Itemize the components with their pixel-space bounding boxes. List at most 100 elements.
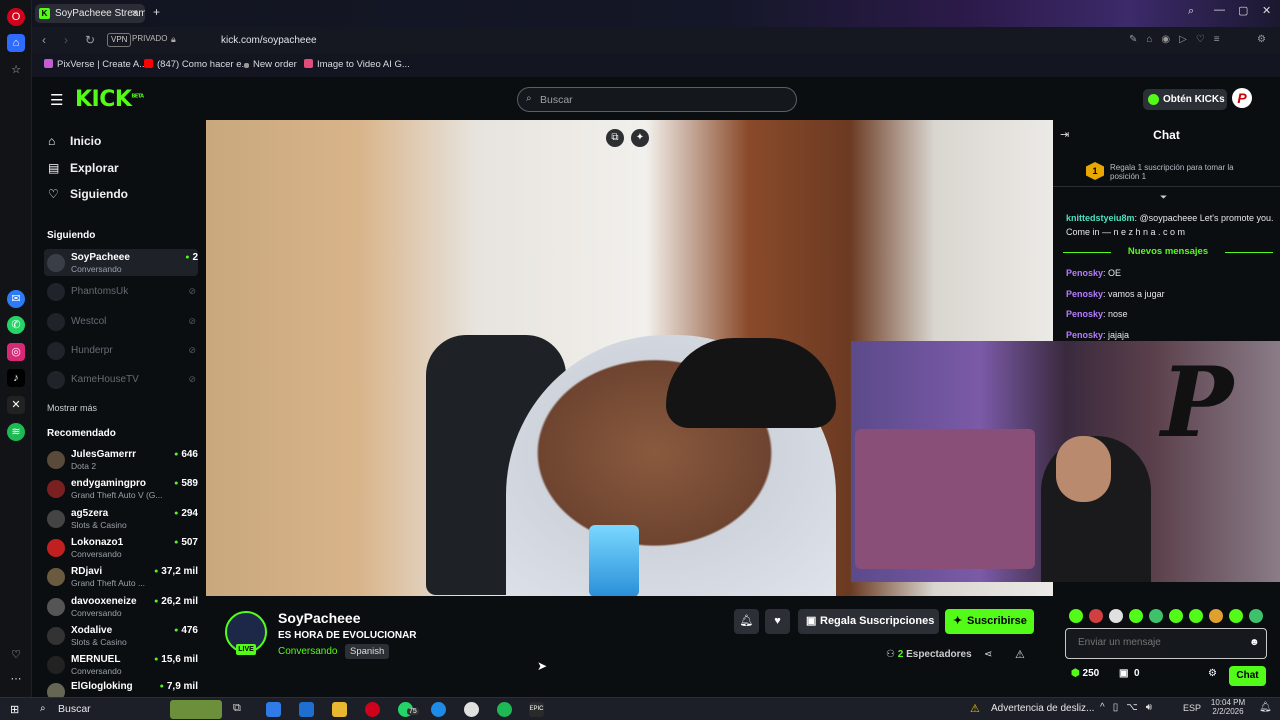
reload-icon[interactable]: ↻ [85, 33, 95, 47]
gifts-balance[interactable]: ▣ 0 [1119, 668, 1140, 679]
tiktok-icon[interactable]: ♪ [7, 369, 25, 387]
explorer-icon[interactable] [332, 702, 347, 717]
bookmark-image-to-video[interactable]: Image to Video AI G... [304, 59, 410, 70]
bookmark-youtube[interactable]: (847) Como hacer e... [144, 59, 249, 70]
opera-logo-icon[interactable]: O [7, 8, 25, 26]
search-input[interactable]: ⌕ Buscar [517, 87, 797, 112]
x-icon[interactable]: ✕ [7, 396, 25, 414]
url-text[interactable]: kick.com/soypacheee [221, 35, 317, 46]
kick-logo[interactable]: KICKBETA [75, 87, 144, 112]
menu-icon[interactable]: ☰ [50, 91, 63, 109]
maximize-icon[interactable]: ▢ [1238, 4, 1248, 17]
notification-bell-icon[interactable]: 🔔︎ [734, 609, 759, 634]
spotify-icon[interactable]: ≋ [7, 423, 25, 441]
messenger-icon[interactable]: ✉ [7, 290, 25, 308]
close-tab-icon[interactable]: ✕ [131, 8, 139, 19]
chat-username[interactable]: Penosky [1066, 289, 1103, 299]
minimize-icon[interactable]: — [1214, 4, 1225, 16]
chat-username[interactable]: Penosky [1066, 330, 1103, 340]
sidebar-channel-rdjavi[interactable]: RDjaviGrand Theft Auto ... 37,2 mil [44, 563, 198, 590]
gift-rank-icon[interactable]: 1 [1086, 162, 1104, 180]
sidebar-channel-hunderpr[interactable]: Hunderpr ⊘ [44, 337, 198, 364]
notification-text[interactable]: Advertencia de desliz... [991, 703, 1094, 714]
chat-input[interactable]: ☻ [1065, 628, 1267, 659]
sidebar-channel-mernuel[interactable]: MERNUELConversando 15,6 mil [44, 651, 198, 678]
channel-name[interactable]: SoyPacheee [278, 610, 361, 626]
store-icon[interactable] [266, 702, 281, 717]
whatsapp-icon[interactable]: ✆ [7, 316, 25, 334]
emote-icon[interactable] [1129, 609, 1143, 623]
bookmark-pixverse[interactable]: PixVerse | Create A... [44, 59, 147, 70]
emote-icon[interactable] [1189, 609, 1203, 623]
back-icon[interactable]: ‹ [42, 33, 46, 47]
nav-explorar[interactable]: ▤ Explorar [48, 161, 119, 175]
more-icon[interactable]: ⋯ [7, 670, 25, 688]
pin-icon[interactable]: ⏷ [1160, 192, 1167, 203]
emote-icon[interactable] [1229, 609, 1243, 623]
emote-icon[interactable] [1069, 609, 1083, 623]
follow-heart-icon[interactable]: ♥ [765, 609, 790, 634]
gift-subs-button[interactable]: ▣ Regala Suscripciones [798, 609, 939, 634]
sidebar-channel-phantomsuk[interactable]: PhantomsUk ⊘ [44, 278, 198, 305]
emote-icon[interactable] [1089, 609, 1103, 623]
sidebar-channel-kamehousetv[interactable]: KameHouseTV ⊘ [44, 366, 198, 393]
emote-icon[interactable] [1209, 609, 1223, 623]
tray-icons[interactable]: ^▯⌥🔊︎ [1100, 702, 1160, 713]
kicks-balance[interactable]: ⬢ 250 [1071, 668, 1099, 679]
edge-icon[interactable] [431, 702, 446, 717]
sidebar-channel-westcol[interactable]: Westcol ⊘ [44, 308, 198, 335]
get-kicks-button[interactable]: Obtén KICKs [1143, 89, 1227, 110]
windows-start-icon[interactable]: ⊞ [10, 703, 19, 716]
star-icon[interactable]: ☆ [7, 61, 25, 79]
sidebar-channel-soypacheee[interactable]: SoyPacheee Conversando 2 [44, 249, 198, 276]
sidebar-channel-lokonazo1[interactable]: Lokonazo1Conversando 507 [44, 534, 198, 561]
address-actions-icon[interactable]: ✎⌂◉▷♡≡ [1129, 34, 1229, 45]
clock[interactable]: 10:04 PM 2/2/2026 [1208, 698, 1248, 716]
browser-tab[interactable]: K SoyPacheee Stream - [35, 4, 145, 23]
emote-icon[interactable] [1149, 609, 1163, 623]
sidebar-channel-ag5zera[interactable]: ag5zeraSlots & Casino 294 [44, 505, 198, 532]
nav-siguiendo[interactable]: ♡ Siguiendo [48, 187, 128, 201]
epic-games-icon[interactable]: EPIC [529, 702, 544, 717]
task-view-icon[interactable]: ⧉ [233, 702, 248, 717]
new-tab-button[interactable]: + [153, 5, 160, 19]
emote-icon[interactable] [1169, 609, 1183, 623]
report-icon[interactable]: ⚠ [1015, 648, 1025, 661]
home-icon[interactable]: ⌂ [7, 34, 25, 52]
settings-icon[interactable]: ⚙ [1257, 34, 1266, 45]
emote-icon[interactable] [1249, 609, 1263, 623]
forward-icon[interactable]: › [64, 33, 68, 47]
app-icon[interactable] [464, 702, 479, 717]
opera-taskbar-icon[interactable] [365, 702, 380, 717]
sidebar-channel-davooxeneize[interactable]: davooxeneizeConversando 26,2 mil [44, 593, 198, 620]
user-avatar[interactable]: P [1232, 88, 1252, 108]
spotify-taskbar-icon[interactable] [497, 702, 512, 717]
taskbar-search-icon[interactable]: ⌕ [40, 703, 46, 714]
emoji-icon[interactable]: ☻ [1249, 637, 1260, 648]
show-more-link[interactable]: Mostrar más [47, 403, 97, 413]
chat-username[interactable]: Penosky [1066, 268, 1103, 278]
nav-inicio[interactable]: ⌂ Inicio [48, 134, 101, 148]
send-chat-button[interactable]: Chat [1229, 666, 1266, 686]
gift-prompt[interactable]: Regala 1 suscripción para tomar la posic… [1110, 163, 1245, 181]
heart-icon[interactable]: ♡ [7, 646, 25, 664]
vpn-badge[interactable]: VPN [107, 33, 132, 47]
outlook-icon[interactable] [299, 702, 314, 717]
clip-icon[interactable]: ⧉ [606, 129, 624, 147]
search-tabs-icon[interactable]: ⌕ [1188, 5, 1194, 18]
share-icon[interactable]: ⋖ [984, 649, 992, 660]
sidebar-channel-endygamingpro[interactable]: endygamingproGrand Theft Auto V (G... 589 [44, 475, 198, 502]
warning-icon[interactable]: ⚠ [970, 702, 980, 715]
chat-username[interactable]: knittedstyeiu8m [1066, 213, 1135, 223]
chat-username[interactable]: Penosky [1066, 309, 1103, 319]
language-tag[interactable]: Spanish [345, 644, 390, 659]
language-indicator[interactable]: ESP [1183, 703, 1201, 713]
notifications-bell-icon[interactable]: 🔔︎ [1259, 702, 1272, 713]
sidebar-channel-xodalive[interactable]: XodaliveSlots & Casino 476 [44, 622, 198, 649]
close-window-icon[interactable]: ✕ [1262, 4, 1271, 17]
subscribe-button[interactable]: ✦ Suscribirse [945, 609, 1034, 634]
chat-message-field[interactable] [1078, 637, 1238, 648]
chat-settings-icon[interactable]: ⚙ [1208, 668, 1217, 679]
emote-icon[interactable] [1109, 609, 1123, 623]
taskbar-search[interactable]: Buscar [58, 703, 91, 715]
